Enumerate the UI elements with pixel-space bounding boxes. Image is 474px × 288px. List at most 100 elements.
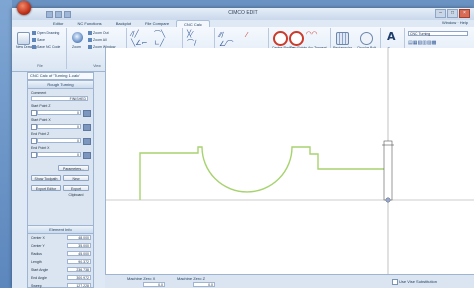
title-bar: CIMCO EDIT – □ × [12, 8, 474, 20]
two-points-circle-icon[interactable] [289, 31, 304, 46]
machine-zero-x-field[interactable]: 0.0 [143, 282, 165, 287]
angle-tools-icon[interactable]: ∟╱ [154, 40, 164, 47]
end-point-x-field[interactable]: 0 [37, 152, 81, 157]
close-button[interactable]: × [459, 9, 470, 18]
app-logo-icon[interactable] [17, 1, 31, 15]
zoom-icon[interactable] [72, 32, 83, 43]
group-label-file: File [37, 64, 43, 68]
zoom-window-icon [88, 45, 92, 50]
pick-point-icon[interactable] [83, 124, 91, 131]
use-vise-checkbox[interactable] [392, 279, 398, 285]
machine-zero-x-label: Machine Zero X [127, 276, 156, 281]
parameters-button[interactable]: Parameters... [58, 165, 89, 171]
save-button[interactable]: Save [32, 38, 45, 43]
centre-radius-icon[interactable] [273, 31, 288, 46]
hide-icon[interactable]: ⁄ [246, 32, 247, 39]
origin-marker-icon[interactable] [385, 197, 391, 203]
arc-tangent-icon[interactable]: ◜◝◠ [306, 31, 318, 38]
save-nc-code-label: Save NC Code [37, 45, 61, 49]
zoom-all-icon [88, 38, 92, 43]
open-drawing-button[interactable]: Open Drawing [32, 31, 60, 36]
maximize-button[interactable]: □ [447, 9, 458, 18]
element-info-panel: Element Info Center X 48.000 Center Y 35… [28, 225, 93, 288]
show-toolpath-button[interactable]: Show Toolpath [31, 175, 61, 181]
zoom-out-button[interactable]: Zoom Out [88, 31, 109, 36]
export-editor-button[interactable]: Export Editor [31, 185, 61, 191]
new-drawing-icon[interactable] [17, 32, 30, 45]
bottom-bar: Machine Zero X 0.0 Machine Zero Z 0.0 Us… [105, 274, 474, 288]
zoom-all-button[interactable]: Zoom All [88, 38, 107, 43]
info-value: 300.972 [67, 275, 91, 280]
tab-file-compare[interactable]: File Compare [138, 20, 176, 27]
line-tools-icon[interactable]: ⁄∕╱ [131, 31, 139, 38]
show-lines-icon[interactable]: ⁄⁄∕ [219, 32, 224, 39]
info-label: Radius [31, 252, 42, 256]
nc-code-icon [32, 45, 36, 50]
arc-tools-icon[interactable]: ╲∠⌐ [131, 40, 147, 47]
save-nc-code-button[interactable]: Save NC Code [32, 45, 61, 50]
info-label: Length [31, 260, 42, 264]
text-tool-icon[interactable]: A [387, 31, 396, 42]
end-point-z-label: End Point Z [31, 132, 50, 136]
comment-field[interactable]: FINISHED [31, 96, 88, 101]
use-vise-label: Use Vise Substitution [399, 279, 437, 284]
info-row-length: Length 90.372 [30, 259, 91, 265]
export-clipboard-button[interactable]: Export Clipboard [63, 185, 89, 197]
turning-tools-icon[interactable]: ▤▦▧▥▨▩ [408, 40, 436, 47]
info-value: 90.372 [67, 259, 91, 264]
window-help-menu[interactable]: Window · Help [442, 20, 468, 25]
extend-icon[interactable]: ⌒∕ [187, 40, 196, 47]
rough-turning-panel: Rough Turning Comment FINISHED Start Poi… [27, 80, 94, 288]
save-icon [32, 38, 36, 43]
drawing-canvas[interactable] [105, 48, 474, 274]
circular-bolt-hole-icon[interactable] [360, 32, 373, 45]
info-value: 236.738 [67, 267, 91, 272]
zoom-out-label: Zoom Out [93, 31, 109, 35]
rectangular-bolt-hole-icon[interactable] [336, 32, 349, 45]
machine-zero-z-label: Machine Zero Z [177, 276, 206, 281]
pick-point-icon[interactable] [83, 110, 91, 117]
pick-point-icon[interactable] [83, 138, 91, 145]
start-point-z-label: Start Point Z [31, 104, 51, 108]
info-value: 45.000 [67, 251, 91, 256]
tab-backplot[interactable]: Backplot [109, 20, 138, 27]
info-label: Sweep [31, 284, 42, 288]
document-tab[interactable]: CNC Calc of 'Turning 1.calc' [27, 72, 94, 80]
turning-select[interactable]: CNC Turning [408, 31, 468, 36]
trim-icon[interactable]: ╳⁄ [187, 31, 192, 38]
info-value: 35.000 [67, 243, 91, 248]
save-label: Save [37, 38, 45, 42]
polyline-tools-icon[interactable]: ⌒╲ [154, 31, 165, 38]
minimize-button[interactable]: – [435, 9, 446, 18]
end-point-z-field[interactable]: 0 [37, 138, 81, 143]
application-window: CIMCO EDIT – □ × Editor NC Functions Bac… [12, 8, 474, 288]
stock-outline[interactable] [383, 140, 393, 201]
info-row-start-angle: Start Angle 236.738 [30, 267, 91, 273]
start-point-x-label: Start Point X [31, 118, 51, 122]
tab-editor[interactable]: Editor [46, 20, 70, 27]
window-title: CIMCO EDIT [228, 10, 258, 16]
new-button[interactable]: New [63, 175, 89, 181]
part-profile[interactable] [139, 146, 389, 200]
element-info-header: Element Info [28, 225, 93, 234]
start-point-x-field[interactable]: 0 [37, 124, 81, 129]
comment-label: Comment [31, 91, 47, 95]
info-label: Center Y [31, 244, 45, 248]
pick-point-icon[interactable] [83, 152, 91, 159]
show-arcs-icon[interactable]: ∠⁄⌒ [219, 41, 233, 48]
info-row-end-angle: End Angle 300.972 [30, 275, 91, 281]
start-point-z-field[interactable]: 0 [37, 110, 81, 115]
zoom-label[interactable]: Zoom [72, 45, 81, 49]
group-file: New Drawing Open Drawing Save Save NC Co… [14, 28, 67, 69]
open-drawing-label: Open Drawing [37, 31, 60, 35]
info-row-sweep: Sweep 127.228 [30, 283, 91, 288]
tab-nc-functions[interactable]: NC Functions [70, 20, 108, 27]
info-value: 127.228 [67, 283, 91, 288]
info-row-center-x: Center X 48.000 [30, 235, 91, 241]
info-row-center-y: Center Y 35.000 [30, 243, 91, 249]
ribbon-tabs: Editor NC Functions Backplot File Compar… [46, 20, 210, 28]
info-label: Center X [31, 236, 45, 240]
info-label: Start Angle [31, 268, 49, 272]
machine-zero-z-field[interactable]: 0.0 [193, 282, 215, 287]
info-label: End Angle [31, 276, 47, 280]
